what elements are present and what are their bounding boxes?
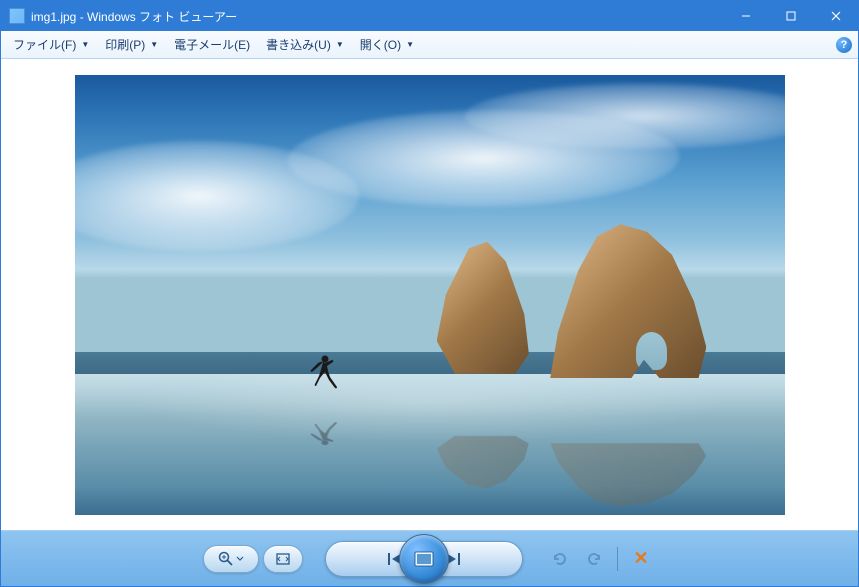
navigation-control	[325, 541, 523, 577]
close-button[interactable]	[813, 1, 858, 30]
chevron-down-icon	[236, 555, 244, 563]
magnifier-icon	[218, 551, 234, 567]
fit-window-icon	[275, 551, 291, 567]
close-icon	[831, 11, 841, 21]
chevron-down-icon: ▼	[336, 40, 344, 49]
menu-file[interactable]: ファイル(F) ▼	[5, 33, 97, 56]
minimize-button[interactable]	[723, 1, 768, 30]
rotate-ccw-icon	[551, 550, 569, 568]
delete-button[interactable]: ✕	[626, 544, 656, 574]
titlebar[interactable]: img1.jpg - Windows フォト ビューアー	[1, 1, 858, 31]
minimize-icon	[741, 11, 751, 21]
rotate-cw-icon	[585, 550, 603, 568]
menu-open-label: 開く(O)	[360, 36, 401, 53]
window-controls	[723, 1, 858, 31]
menu-print-label: 印刷(P)	[105, 36, 145, 53]
viewer-area	[1, 59, 858, 530]
menu-email-label: 電子メール(E)	[174, 36, 250, 53]
zoom-button[interactable]	[203, 545, 259, 573]
rotate-cw-button[interactable]	[579, 544, 609, 574]
photo-display[interactable]	[75, 75, 785, 515]
menubar: ファイル(F) ▼ 印刷(P) ▼ 電子メール(E) 書き込み(U) ▼ 開く(…	[1, 31, 858, 59]
delete-icon: ✕	[633, 548, 648, 569]
menu-open[interactable]: 開く(O) ▼	[352, 33, 422, 56]
menu-burn-label: 書き込み(U)	[266, 36, 331, 53]
chevron-down-icon: ▼	[150, 40, 158, 49]
control-toolbar: ✕	[1, 530, 858, 586]
chevron-down-icon: ▼	[81, 40, 89, 49]
help-button[interactable]: ?	[836, 37, 852, 53]
rotate-ccw-button[interactable]	[545, 544, 575, 574]
app-icon	[9, 8, 25, 24]
slideshow-button[interactable]	[399, 534, 449, 584]
menu-burn[interactable]: 書き込み(U) ▼	[258, 33, 352, 56]
maximize-button[interactable]	[768, 1, 813, 30]
window-title: img1.jpg - Windows フォト ビューアー	[31, 8, 237, 25]
menu-print[interactable]: 印刷(P) ▼	[97, 33, 166, 56]
chevron-down-icon: ▼	[406, 40, 414, 49]
help-icon: ?	[841, 39, 848, 51]
slideshow-icon	[412, 549, 436, 569]
photo-viewer-window: img1.jpg - Windows フォト ビューアー ファイル(F) ▼ 印…	[0, 0, 859, 587]
menu-file-label: ファイル(F)	[13, 36, 76, 53]
menu-email[interactable]: 電子メール(E)	[166, 33, 258, 56]
maximize-icon	[786, 11, 796, 21]
separator	[617, 547, 618, 571]
actual-size-button[interactable]	[263, 545, 303, 573]
